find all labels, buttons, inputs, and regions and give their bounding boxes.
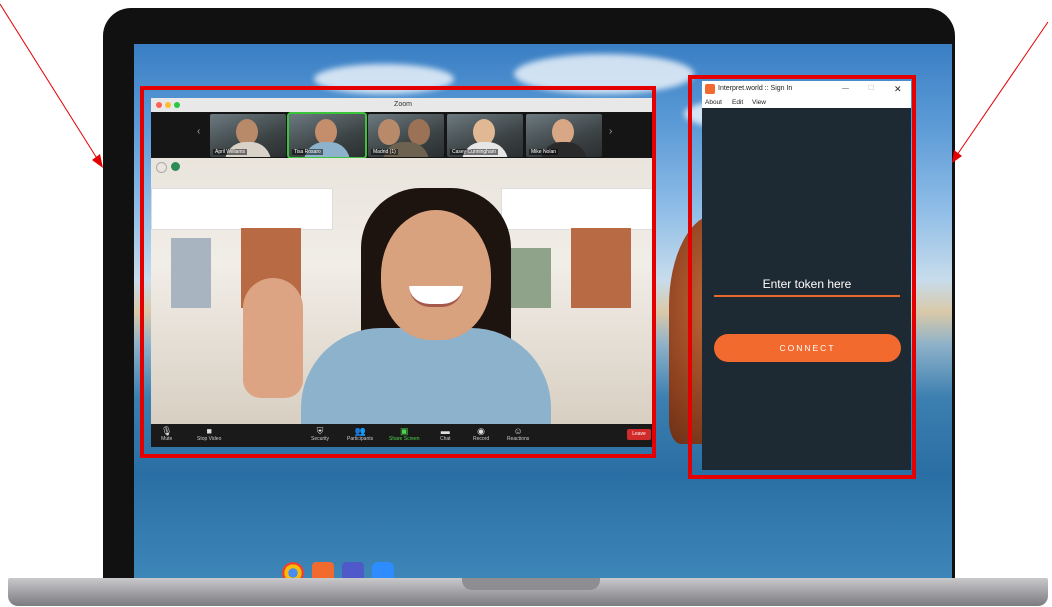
left-arrow-line [0, 3, 99, 161]
right-arrow-head [952, 150, 962, 163]
left-arrow-head [92, 154, 103, 168]
right-arrow-line [956, 21, 1049, 156]
interpret-highlight-box [688, 75, 916, 479]
zoom-highlight-box [140, 86, 656, 458]
